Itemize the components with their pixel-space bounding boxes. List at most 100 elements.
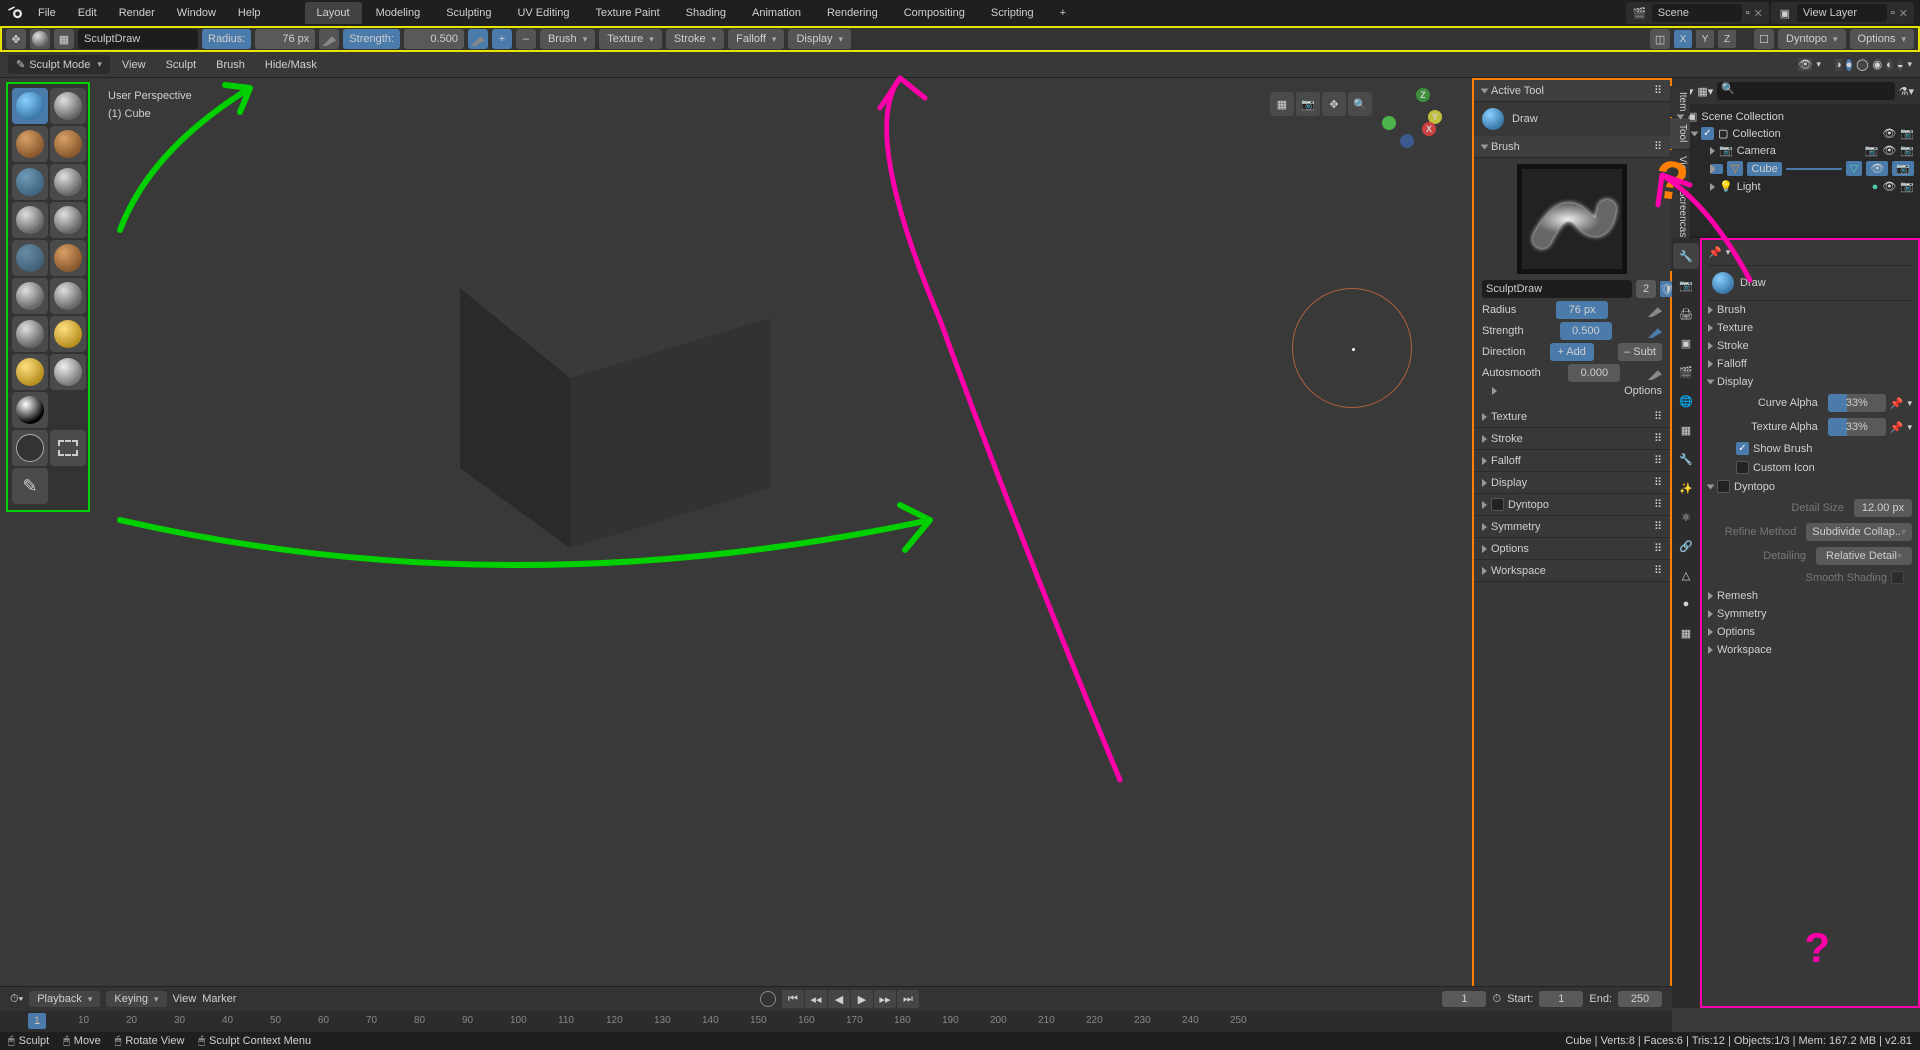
p-dyntopo[interactable]: Dyntopo — [1708, 477, 1912, 496]
brush-dropdown[interactable]: Brush — [540, 29, 595, 49]
play-icon[interactable]: ▶ — [851, 990, 873, 1008]
override-icon[interactable]: 📌 — [1890, 397, 1904, 410]
detail-size-field[interactable]: 12.00 px — [1854, 499, 1912, 517]
strength-field[interactable]: 0.500 — [1560, 322, 1612, 340]
viewlayer-selector[interactable]: ▣ ▫ ✕ — [1771, 2, 1914, 24]
radius-pressure-icon[interactable] — [1648, 303, 1662, 317]
symmetry-x[interactable]: X — [1674, 30, 1692, 48]
tool-flatten[interactable] — [50, 240, 86, 276]
menu-file[interactable]: File — [28, 3, 66, 23]
texture-dropdown[interactable]: Texture — [599, 29, 662, 49]
tool-fill[interactable] — [12, 278, 48, 314]
tool-blob[interactable] — [12, 202, 48, 238]
jump-next-key-icon[interactable]: ▸▸ — [874, 990, 896, 1008]
p-remesh[interactable]: Remesh — [1708, 587, 1912, 605]
cursor-icon[interactable]: ✥ — [6, 29, 26, 49]
p-falloff[interactable]: Falloff — [1708, 355, 1912, 373]
tool-draw-sharp[interactable] — [50, 88, 86, 124]
prop-tab-texture[interactable]: ▦ — [1673, 620, 1699, 646]
n-dyntopo[interactable]: Dyntopo⠿ — [1474, 494, 1670, 516]
menu-hidemask[interactable]: Hide/Mask — [257, 56, 325, 74]
mode-selector[interactable]: ✎ Sculpt Mode — [8, 55, 110, 74]
render-icon[interactable]: 📷 — [1900, 127, 1914, 140]
close-viewlayer-icon[interactable]: ✕ — [1899, 7, 1908, 20]
outliner-filter-icon[interactable]: ▦▾ — [1697, 85, 1713, 98]
view-camera-icon2[interactable]: 📷 — [1296, 92, 1320, 116]
tool-thumb[interactable] — [12, 392, 48, 428]
p-brush[interactable]: Brush — [1708, 301, 1912, 319]
n-texture[interactable]: Texture⠿ — [1474, 406, 1670, 428]
workspace-uvediting[interactable]: UV Editing — [505, 2, 581, 24]
viewlayer-name-input[interactable] — [1797, 4, 1887, 22]
autosmooth-field[interactable]: 0.000 — [1568, 364, 1620, 382]
menu-render[interactable]: Render — [109, 3, 165, 23]
keying-menu[interactable]: Keying — [106, 991, 166, 1007]
smooth-shading-check[interactable] — [1891, 571, 1904, 584]
preview-range-icon[interactable]: ⏱ — [1492, 993, 1501, 1006]
workspace-animation[interactable]: Animation — [740, 2, 813, 24]
falloff-dropdown[interactable]: Falloff — [728, 29, 784, 49]
dyntopo-dropdown[interactable]: Dyntopo — [1778, 29, 1846, 49]
prop-tab-render[interactable]: 📷 — [1673, 272, 1699, 298]
options-sub[interactable]: Options — [1624, 385, 1662, 397]
prop-tab-material[interactable]: ● — [1673, 591, 1699, 617]
texture-alpha-field[interactable]: 33% — [1828, 418, 1886, 436]
n-symmetry[interactable]: Symmetry⠿ — [1474, 516, 1670, 538]
tool-layer[interactable] — [12, 164, 48, 200]
menu-view[interactable]: View — [114, 56, 154, 74]
stroke-dropdown[interactable]: Stroke — [666, 29, 724, 49]
curve-alpha-field[interactable]: 33% — [1828, 394, 1886, 412]
tool-clay[interactable] — [12, 126, 48, 162]
tool-inflate[interactable] — [50, 164, 86, 200]
tool-draw[interactable] — [12, 88, 48, 124]
brush-name-field[interactable] — [1482, 280, 1632, 298]
strength-pressure-icon[interactable] — [1648, 324, 1662, 338]
p-stroke[interactable]: Stroke — [1708, 337, 1912, 355]
tl-view-menu[interactable]: View — [173, 993, 197, 1005]
symmetry-icon[interactable]: ◫ — [1650, 29, 1670, 49]
tool-smooth[interactable] — [12, 240, 48, 276]
menu-window[interactable]: Window — [167, 3, 226, 23]
timeline-editor-icon[interactable]: ⏱▾ — [10, 993, 23, 1006]
dyntopo-check[interactable]: ☐ — [1754, 29, 1774, 49]
eye-icon[interactable]: 👁 — [1882, 127, 1896, 140]
workspace-modeling[interactable]: Modeling — [364, 2, 433, 24]
view-camera-icon[interactable]: ▦ — [1270, 92, 1294, 116]
shading-rendered-icon[interactable]: ◒ — [1897, 59, 1904, 71]
xray-toggle[interactable]: ◑ — [1835, 59, 1842, 71]
display-dropdown[interactable]: Display — [788, 29, 851, 49]
direction-subt[interactable]: – Subt — [1618, 343, 1662, 361]
prop-tab-object[interactable]: ▦ — [1673, 417, 1699, 443]
tool-crease[interactable] — [50, 202, 86, 238]
tool-annotate[interactable]: ✎ — [12, 468, 48, 504]
n-tab-tool[interactable]: Tool — [1670, 118, 1690, 148]
prop-tab-output[interactable]: 🖨 — [1673, 301, 1699, 327]
tool-scrape[interactable] — [50, 278, 86, 314]
scene-selector[interactable]: 🎬 ▫ ✕ — [1626, 2, 1769, 24]
outliner-light[interactable]: 💡Light●👁📷 — [1678, 178, 1914, 195]
radius-field[interactable]: 76 px — [1556, 301, 1608, 319]
playback-menu[interactable]: Playback — [29, 991, 100, 1007]
direction-add[interactable]: + Add — [1550, 343, 1594, 361]
prop-tab-active-tool[interactable]: 🔧 — [1673, 243, 1699, 269]
jump-end-icon[interactable]: ⏭ — [897, 990, 919, 1008]
tool-snake-hook[interactable] — [50, 354, 86, 390]
outliner-camera[interactable]: 📷Camera📷👁📷 — [1678, 142, 1914, 159]
view-zoom-icon[interactable]: 🔍 — [1348, 92, 1372, 116]
view-pan-icon[interactable]: ✥ — [1322, 92, 1346, 116]
n-display[interactable]: Display⠿ — [1474, 472, 1670, 494]
custom-icon-check[interactable] — [1736, 461, 1749, 474]
workspace-scripting[interactable]: Scripting — [979, 2, 1046, 24]
menu-brush[interactable]: Brush — [208, 56, 253, 74]
tool-mask[interactable] — [12, 430, 48, 466]
p-workspace[interactable]: Workspace — [1708, 641, 1912, 659]
active-tool-header[interactable]: Active Tool⠿ — [1474, 80, 1670, 102]
prop-tab-viewlayer[interactable]: ▣ — [1673, 330, 1699, 356]
tool-box-mask[interactable] — [50, 430, 86, 466]
refine-field[interactable]: Subdivide Collap..▾ — [1806, 523, 1912, 541]
play-rev-icon[interactable]: ◀ — [828, 990, 850, 1008]
detailing-field[interactable]: Relative Detail▾ — [1816, 547, 1912, 565]
tl-marker-menu[interactable]: Marker — [202, 993, 236, 1005]
n-falloff[interactable]: Falloff⠿ — [1474, 450, 1670, 472]
prop-tab-particle[interactable]: ✨ — [1673, 475, 1699, 501]
